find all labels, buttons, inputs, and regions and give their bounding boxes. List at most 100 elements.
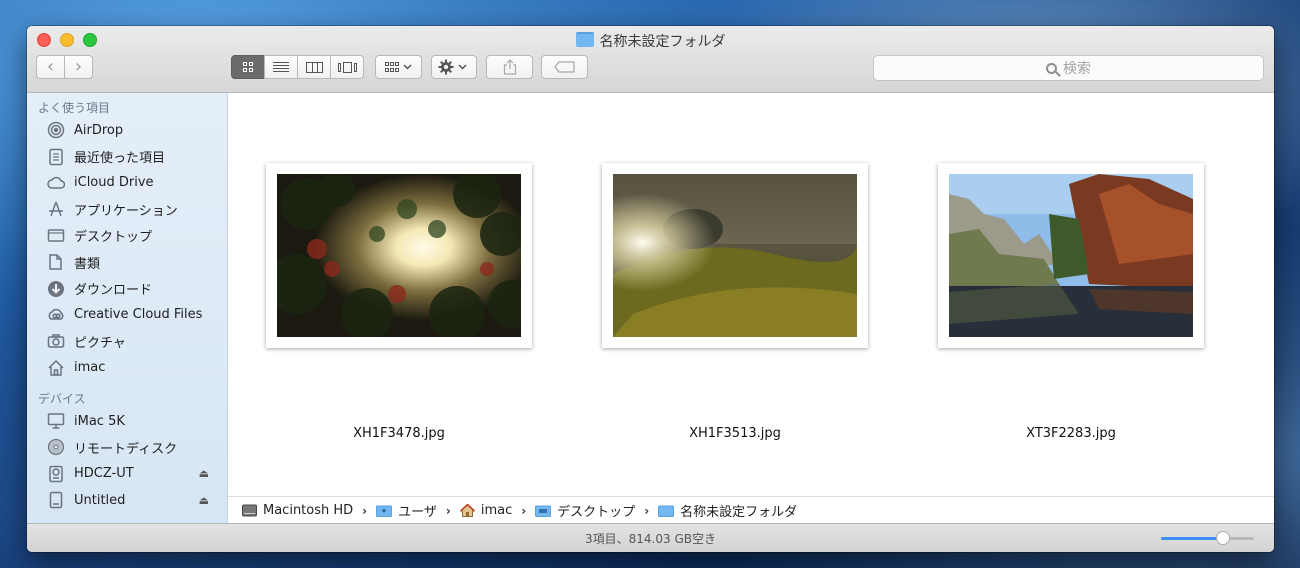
sidebar-favorite-item[interactable]: デスクトップ <box>27 223 227 249</box>
path-item-label: Macintosh HD <box>263 503 354 518</box>
toolbar: 名称未設定フォルダ ‹ › 検索 <box>27 26 1274 93</box>
column-view-button[interactable] <box>297 55 331 79</box>
applications-icon <box>47 200 65 218</box>
window-title: 名称未設定フォルダ <box>27 31 1274 51</box>
sidebar-item-label: ピクチャ <box>74 335 126 351</box>
back-button[interactable]: ‹ <box>36 55 65 79</box>
path-separator-icon: › <box>445 503 451 518</box>
sidebar-item-label: ダウンロード <box>74 283 153 299</box>
chevron-right-icon: › <box>74 56 83 77</box>
cover-flow-icon <box>337 61 357 73</box>
sidebar-favorite-item[interactable]: ピクチャ <box>27 328 227 354</box>
file-thumbnail[interactable] <box>938 163 1204 348</box>
arrange-button[interactable] <box>375 55 422 79</box>
remote-disc-icon <box>47 438 65 456</box>
gear-icon <box>438 59 467 75</box>
slider-knob[interactable] <box>1216 531 1231 545</box>
sidebar-device-item[interactable]: HDCZ-UT ⏏ <box>27 461 227 487</box>
sidebar-device-item[interactable]: Untitled ⏏ <box>27 487 227 513</box>
path-item-macintosh-hd[interactable]: Macintosh HD <box>242 503 353 518</box>
sidebar-item-label: 書類 <box>74 256 101 272</box>
sidebar-header-devices: デバイス <box>38 391 86 406</box>
arrange-icon <box>384 62 412 72</box>
status-bar: 3項目、814.03 GB空き <box>27 523 1274 552</box>
cloud-icon <box>47 174 65 192</box>
share-icon <box>503 59 516 75</box>
autumn-leaves-photo <box>277 174 521 337</box>
columns-icon <box>305 61 323 73</box>
sidebar-item-label: AirDrop <box>74 122 124 138</box>
eject-icon[interactable]: ⏏ <box>199 494 209 507</box>
tags-button[interactable] <box>541 55 588 79</box>
mossy-garden-photo <box>613 174 857 337</box>
chevron-left-icon: ‹ <box>46 56 55 77</box>
desktop-folder-icon <box>535 505 552 517</box>
status-text: 3項目、814.03 GB空き <box>585 531 716 546</box>
creative-cloud-icon <box>47 306 65 324</box>
path-separator-icon: › <box>362 503 368 518</box>
sidebar: よく使う項目 AirDrop 最近使った項目 iCloud Drive アプリケーショ… <box>27 93 228 524</box>
sidebar-favorite-item[interactable]: ダウンロード <box>27 275 227 301</box>
users-folder-icon <box>376 505 393 517</box>
path-item-home[interactable]: imac <box>459 503 513 518</box>
sidebar-header-favorites: よく使う項目 <box>38 101 111 115</box>
sidebar-favorite-item[interactable]: 最近使った項目 <box>27 143 227 169</box>
sidebar-favorite-item[interactable]: アプリケーション <box>27 196 227 222</box>
file-icon-grid: XH1F3478.jpg XH1F3513.jpg XT3F2283.jpg <box>228 93 1274 496</box>
list-view-button[interactable] <box>264 55 298 79</box>
path-separator-icon: › <box>521 503 527 518</box>
search-placeholder: 検索 <box>1063 61 1091 77</box>
folder-icon <box>575 32 594 47</box>
sidebar-item-label: アプリケーション <box>74 203 178 219</box>
disk-icon <box>47 491 65 509</box>
sidebar-device-item[interactable]: iMac 5K <box>27 408 227 434</box>
rock-pond-photo <box>949 174 1193 337</box>
camera-icon <box>47 332 65 350</box>
sidebar-item-label: iCloud Drive <box>74 175 154 191</box>
slider-fill <box>1161 537 1224 540</box>
sidebar-item-label: imac <box>74 360 106 376</box>
folder-icon <box>658 505 675 517</box>
file-thumbnail[interactable] <box>266 163 532 348</box>
path-item-label: ユーザ <box>398 505 437 520</box>
action-button[interactable] <box>431 55 477 79</box>
desktop-icon <box>47 227 65 245</box>
path-item-label: デスクトップ <box>557 505 636 520</box>
external-drive-icon <box>47 465 65 483</box>
file-name[interactable]: XH1F3478.jpg <box>266 426 532 441</box>
documents-icon <box>47 253 65 271</box>
sidebar-item-label: Creative Cloud Files <box>74 307 203 323</box>
path-separator-icon: › <box>644 503 650 518</box>
tag-icon <box>553 61 575 73</box>
path-item-desktop[interactable]: デスクトップ <box>535 501 635 520</box>
forward-button[interactable]: › <box>64 55 93 79</box>
path-item-current-folder[interactable]: 名称未設定フォルダ <box>658 501 797 520</box>
file-thumbnail[interactable] <box>602 163 868 348</box>
sidebar-device-item[interactable]: リモートディスク <box>27 434 227 460</box>
finder-window: 名称未設定フォルダ ‹ › 検索 よく使う項目 AirDrop 最近使った項目 … <box>27 26 1274 552</box>
icon-size-slider[interactable] <box>1161 531 1254 545</box>
icon-view-button[interactable] <box>231 55 265 79</box>
home-icon <box>47 359 65 377</box>
sidebar-item-label: HDCZ-UT <box>74 466 134 482</box>
file-name[interactable]: XT3F2283.jpg <box>938 426 1204 441</box>
sidebar-favorite-item[interactable]: AirDrop <box>27 117 227 143</box>
window-title-text: 名称未設定フォルダ <box>599 34 726 50</box>
path-item-label: imac <box>480 503 513 518</box>
path-item-users[interactable]: ユーザ <box>376 501 437 520</box>
file-name[interactable]: XH1F3513.jpg <box>602 426 868 441</box>
sidebar-favorite-item[interactable]: 書類 <box>27 249 227 275</box>
sidebar-item-label: リモートディスク <box>74 441 178 457</box>
sidebar-favorite-item[interactable]: imac <box>27 355 227 381</box>
sidebar-favorite-item[interactable]: iCloud Drive <box>27 170 227 196</box>
eject-icon[interactable]: ⏏ <box>199 467 209 480</box>
hard-drive-icon <box>242 504 257 517</box>
path-bar: Macintosh HD › ユーザ › imac › デスクトップ › 名称未… <box>228 496 1274 524</box>
cover-flow-button[interactable] <box>330 55 364 79</box>
share-button[interactable] <box>486 55 533 79</box>
search-input[interactable]: 検索 <box>873 55 1264 81</box>
sidebar-favorite-item[interactable]: Creative Cloud Files <box>27 302 227 328</box>
downloads-icon <box>47 280 65 298</box>
sidebar-item-label: デスクトップ <box>74 230 153 246</box>
sidebar-item-label: Untitled <box>74 492 126 508</box>
